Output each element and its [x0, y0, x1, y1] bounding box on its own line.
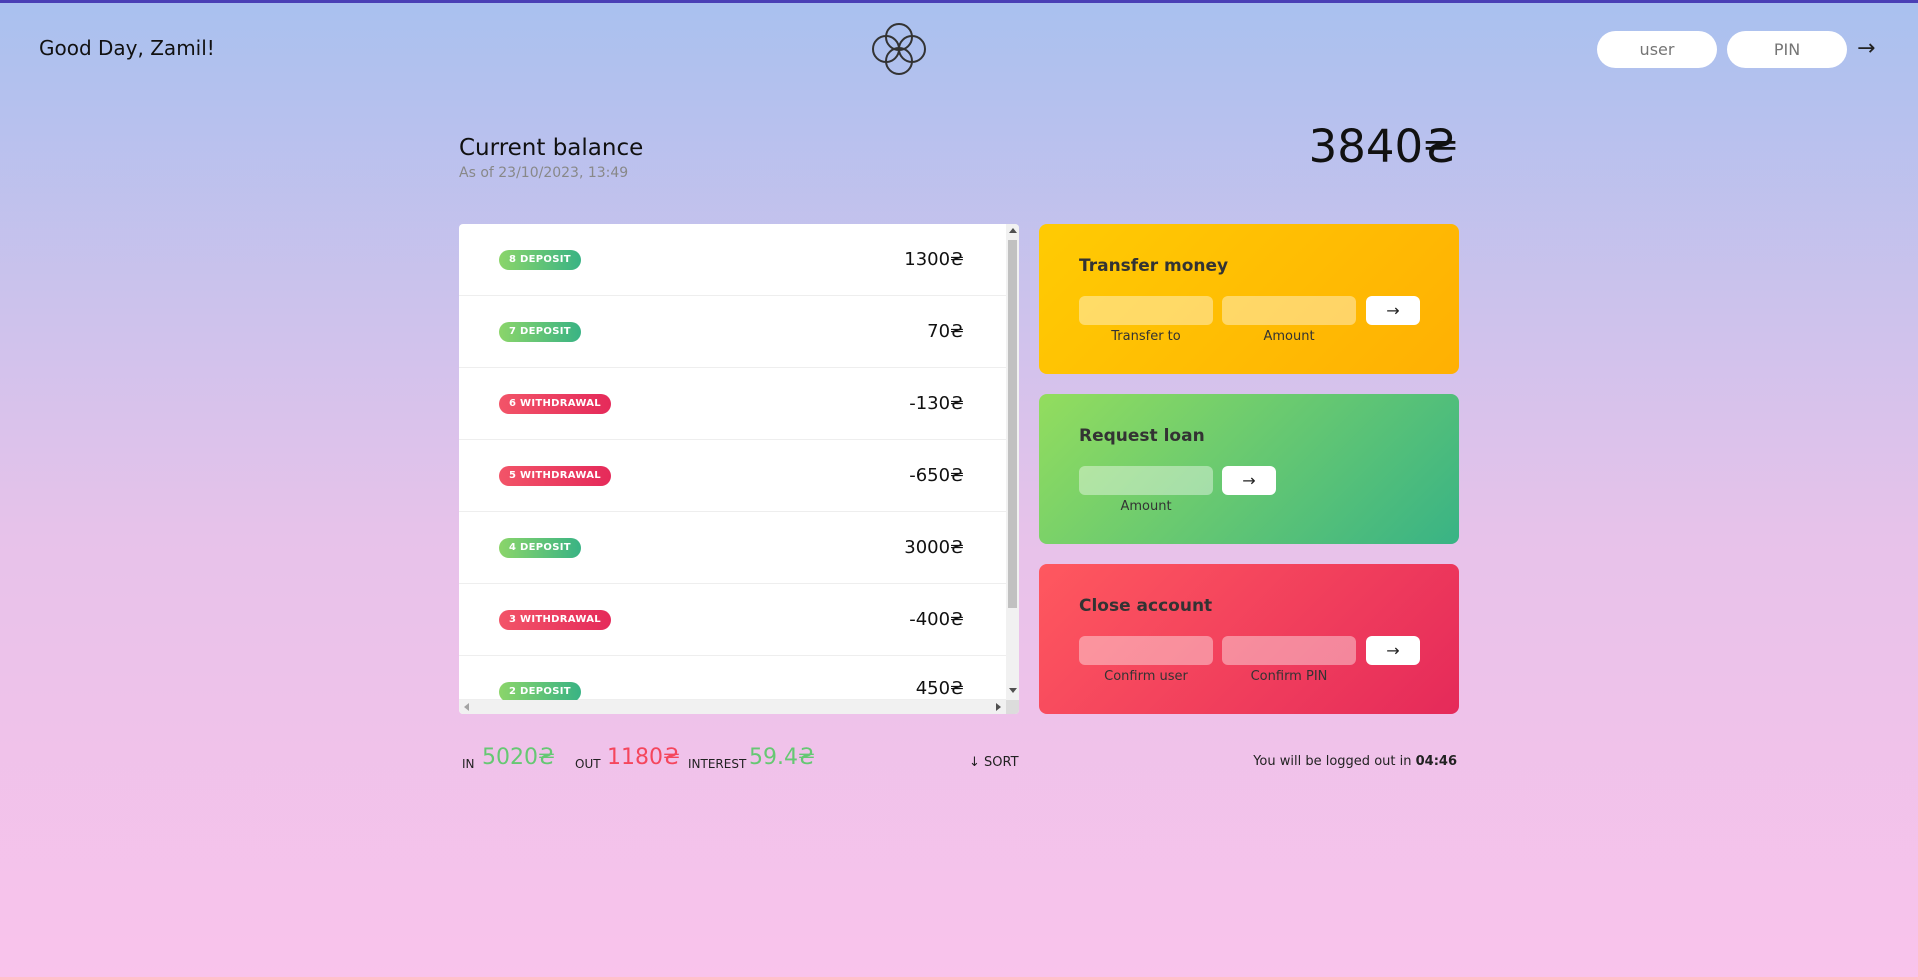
top-border — [0, 0, 1918, 3]
loan-amount-label: Amount — [1120, 499, 1172, 514]
sort-button[interactable]: ↓ SORT — [969, 755, 1019, 770]
scroll-up-icon[interactable] — [1009, 228, 1017, 233]
movement-type-badge: 8 DEPOSIT — [499, 249, 581, 270]
movement-row: 2 DEPOSIT 450₴ — [459, 656, 1006, 702]
movement-value: 1300₴ — [904, 249, 964, 270]
summary-out-value: 1180₴ — [607, 745, 681, 770]
confirm-pin-label: Confirm PIN — [1250, 669, 1328, 684]
welcome-message: Good Day, Zamil! — [39, 36, 215, 60]
logout-timer: You will be logged out in 04:46 — [1253, 754, 1457, 769]
scroll-right-icon[interactable] — [996, 703, 1001, 711]
movement-row: 7 DEPOSIT 70₴ — [459, 296, 1006, 368]
movement-row: 6 WITHDRAWAL -130₴ — [459, 368, 1006, 440]
loan-panel: Request loan → Amount — [1039, 394, 1459, 544]
confirm-user-input[interactable] — [1079, 636, 1213, 665]
transfer-panel: Transfer money → Transfer to Amount — [1039, 224, 1459, 374]
movement-row: 8 DEPOSIT 1300₴ — [459, 224, 1006, 296]
summary-in-value: 5020₴ — [482, 745, 556, 770]
movement-value: 3000₴ — [904, 537, 964, 558]
movement-type-badge: 2 DEPOSIT — [499, 682, 581, 702]
vertical-scrollbar[interactable] — [1006, 224, 1019, 700]
login-pin-input[interactable] — [1727, 31, 1847, 68]
movement-type-badge: 7 DEPOSIT — [499, 321, 581, 342]
movement-value: -650₴ — [909, 465, 964, 486]
movement-value: 450₴ — [915, 678, 964, 699]
close-account-panel: Close account → Confirm user Confirm PIN — [1039, 564, 1459, 714]
transfer-amount-label: Amount — [1263, 329, 1315, 344]
close-account-button[interactable]: → — [1366, 636, 1420, 665]
summary-in-label: In — [462, 757, 475, 771]
loan-button[interactable]: → — [1222, 466, 1276, 495]
transfer-to-label: Transfer to — [1111, 329, 1181, 344]
scrollbar-corner — [1006, 700, 1019, 714]
transfer-amount-input[interactable] — [1222, 296, 1356, 325]
scroll-down-icon[interactable] — [1009, 688, 1017, 693]
movements-list[interactable]: 8 DEPOSIT 1300₴ 7 DEPOSIT 70₴ 6 WITHDRAW… — [459, 224, 1019, 714]
login-button[interactable]: → — [1857, 36, 1875, 61]
summary-interest-value: 59.4₴ — [749, 745, 816, 770]
logout-text: You will be logged out in — [1253, 754, 1416, 769]
transfer-to-input[interactable] — [1079, 296, 1213, 325]
transfer-button[interactable]: → — [1366, 296, 1420, 325]
login-user-input[interactable] — [1597, 31, 1717, 68]
movement-type-badge: 6 WITHDRAWAL — [499, 393, 611, 414]
confirm-user-label: Confirm user — [1104, 669, 1188, 684]
scroll-left-icon[interactable] — [464, 703, 469, 711]
movement-value: 70₴ — [927, 321, 964, 342]
loan-title: Request loan — [1079, 426, 1205, 446]
summary-out-label: Out — [575, 757, 601, 771]
confirm-pin-input[interactable] — [1222, 636, 1356, 665]
balance-label: Current balance — [459, 135, 644, 161]
movement-row: 4 DEPOSIT 3000₴ — [459, 512, 1006, 584]
balance-date: As of 23/10/2023, 13:49 — [459, 165, 629, 181]
close-account-title: Close account — [1079, 596, 1213, 616]
summary-interest-label: Interest — [688, 757, 747, 771]
movement-type-badge: 3 WITHDRAWAL — [499, 609, 611, 630]
loan-amount-input[interactable] — [1079, 466, 1213, 495]
horizontal-scrollbar[interactable] — [459, 700, 1006, 714]
movement-row: 5 WITHDRAWAL -650₴ — [459, 440, 1006, 512]
balance-value: 3840₴ — [1308, 120, 1458, 173]
movement-value: -400₴ — [909, 609, 964, 630]
movement-value: -130₴ — [909, 393, 964, 414]
transfer-title: Transfer money — [1079, 256, 1229, 276]
logout-countdown: 04:46 — [1415, 754, 1457, 769]
scrollbar-thumb[interactable] — [1008, 240, 1017, 608]
logo-icon — [872, 23, 926, 75]
movement-type-badge: 4 DEPOSIT — [499, 537, 581, 558]
movement-type-badge: 5 WITHDRAWAL — [499, 465, 611, 486]
movement-row: 3 WITHDRAWAL -400₴ — [459, 584, 1006, 656]
